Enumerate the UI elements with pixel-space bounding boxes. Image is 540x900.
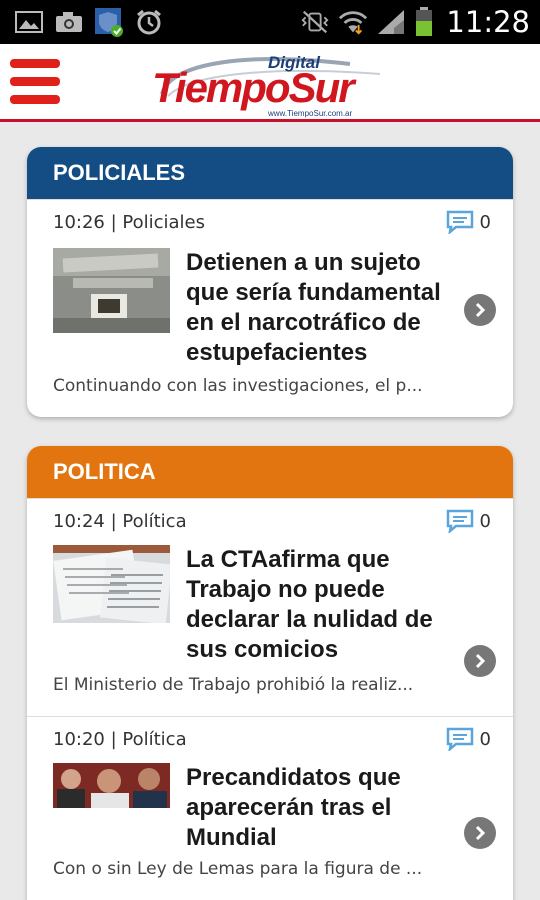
comment-bubble-icon xyxy=(446,509,473,533)
article-headline[interactable]: Precandidatos que aparecerán tras el Mun… xyxy=(186,763,456,853)
chevron-right-icon[interactable] xyxy=(464,817,496,849)
hamburger-menu-icon[interactable] xyxy=(10,57,60,107)
article-item[interactable]: 10:24 | Política 0 La CTAafirma que Trab… xyxy=(27,498,513,716)
article-thumbnail[interactable] xyxy=(53,248,170,333)
article-item[interactable]: 10:20 | Política 0 Precandidatos que apa… xyxy=(27,716,513,900)
article-snippet: El Ministerio de Trabajo prohibió la rea… xyxy=(53,675,414,695)
status-bar: 11:28 xyxy=(0,0,540,44)
comment-count[interactable]: 0 xyxy=(446,727,491,751)
article-meta: 10:26 | Policiales xyxy=(53,212,205,233)
clock: 11:28 xyxy=(446,5,530,39)
article-meta: 10:20 | Política xyxy=(53,729,187,750)
tiemposur-logo[interactable]: Digital TiempoSur www.TiempoSur.com.ar xyxy=(150,50,395,118)
vibrate-mute-icon xyxy=(300,7,330,37)
comment-count-value: 0 xyxy=(479,728,491,750)
comment-count-value: 0 xyxy=(479,510,491,532)
section-title[interactable]: POLICIALES xyxy=(27,147,513,199)
comment-bubble-icon xyxy=(446,727,473,751)
gallery-icon xyxy=(14,7,44,37)
section-politica: POLITICA 10:24 | Política 0 La CTAafirma… xyxy=(27,446,513,900)
article-headline[interactable]: Detienen a un sujeto que sería fundament… xyxy=(186,248,456,368)
chevron-right-icon[interactable] xyxy=(464,645,496,677)
battery-icon xyxy=(414,7,434,37)
comment-count-value: 0 xyxy=(479,211,491,233)
article-thumbnail[interactable] xyxy=(53,763,170,808)
camera-icon xyxy=(54,7,84,37)
section-policiales: POLICIALES 10:26 | Policiales 0 Detienen… xyxy=(27,147,513,417)
comment-count[interactable]: 0 xyxy=(446,210,491,234)
signal-icon xyxy=(376,7,406,37)
article-headline[interactable]: La CTAafirma que Trabajo no puede declar… xyxy=(186,545,456,665)
article-snippet: Continuando con las investigaciones, el … xyxy=(53,376,423,396)
comment-count[interactable]: 0 xyxy=(446,509,491,533)
app-header: Digital TiempoSur www.TiempoSur.com.ar xyxy=(0,44,540,122)
logo-url-text: www.TiempoSur.com.ar xyxy=(267,109,353,118)
article-meta: 10:24 | Política xyxy=(53,511,187,532)
comment-bubble-icon xyxy=(446,210,473,234)
chevron-right-icon[interactable] xyxy=(464,294,496,326)
article-item[interactable]: 10:26 | Policiales 0 Detienen a un sujet… xyxy=(27,199,513,417)
shield-check-icon xyxy=(94,7,124,37)
wifi-icon xyxy=(338,7,368,37)
alarm-icon xyxy=(134,7,164,37)
logo-main-text: TiempoSur xyxy=(152,64,357,111)
section-title[interactable]: POLITICA xyxy=(27,446,513,498)
article-thumbnail[interactable] xyxy=(53,545,170,623)
article-snippet: Con o sin Ley de Lemas para la figura de… xyxy=(53,859,423,879)
